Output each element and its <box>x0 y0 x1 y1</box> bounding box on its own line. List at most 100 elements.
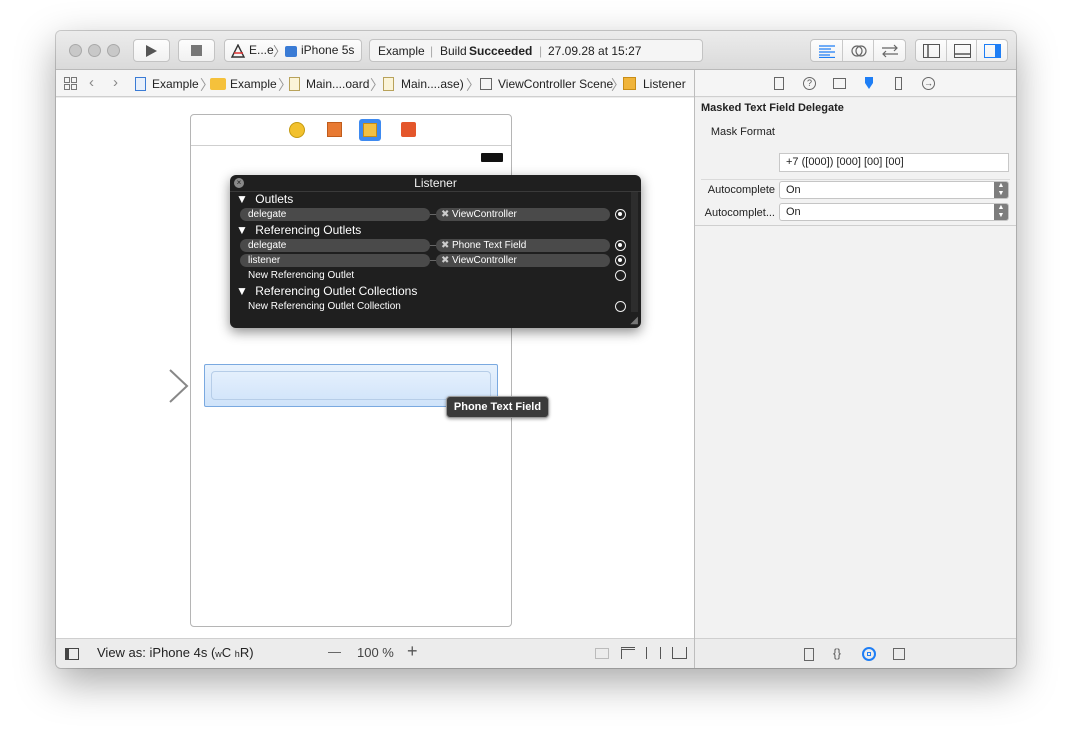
referencing-collections-section[interactable]: ▼ Referencing Outlet Collections <box>236 284 417 299</box>
zoom-window-button[interactable] <box>107 44 120 57</box>
remove-connection-icon[interactable]: ✖ <box>441 254 449 267</box>
align-icon[interactable] <box>621 647 635 659</box>
stop-icon <box>191 45 202 56</box>
toolbar: E...e 〉 iPhone 5s Example | Build Succee… <box>56 31 1016 70</box>
breadcrumb-project[interactable]: Example <box>152 77 199 91</box>
resolve-auto-layout-icon[interactable] <box>672 647 687 659</box>
back-arrow-icon[interactable]: ‹ <box>89 74 94 91</box>
file-template-library-icon[interactable] <box>804 648 814 661</box>
referencing-target[interactable]: ✖ ViewController <box>436 254 610 267</box>
connection-well-filled[interactable] <box>615 255 626 266</box>
stop-button[interactable] <box>178 39 215 62</box>
assistant-editor-button[interactable] <box>843 40 875 61</box>
new-referencing-collection-row[interactable]: New Referencing Outlet Collection <box>234 300 626 314</box>
breadcrumb-storyboard[interactable]: Main....oard <box>306 77 369 91</box>
scheme-selector[interactable]: E...e 〉 iPhone 5s <box>224 39 362 62</box>
inspector-selector-bar: ? → <box>695 70 1016 97</box>
toggle-utilities-button[interactable] <box>977 40 1007 61</box>
zoom-out-button[interactable]: — <box>328 644 341 659</box>
standard-editor-button[interactable] <box>811 40 843 61</box>
autocomplete2-popup[interactable]: On ▲ ▼ <box>779 203 1009 221</box>
size-inspector-icon[interactable] <box>895 77 902 90</box>
debug-panel-icon <box>953 44 971 58</box>
activity-status-view: Example | Build Succeeded | 27.09.28 at … <box>369 39 703 62</box>
referencing-outlet-row[interactable]: delegate ✖ Phone Text Field <box>234 239 626 253</box>
view-as-label[interactable]: View as: iPhone 4s (wC hR) <box>97 645 254 660</box>
connection-well-empty[interactable] <box>615 301 626 312</box>
document-outline-toggle-icon[interactable] <box>65 648 79 660</box>
connection-well-filled[interactable] <box>615 240 626 251</box>
attributes-inspector-icon[interactable] <box>862 76 876 91</box>
new-referencing-outlet-label: New Referencing Outlet <box>248 270 355 281</box>
jump-bar: ‹ › Example 〉 Example 〉 Main....oard 〉 M… <box>56 70 694 97</box>
breadcrumb-scene[interactable]: ViewController Scene <box>498 77 613 91</box>
outlet-target[interactable]: ✖ ViewController <box>436 208 610 221</box>
assistant-editor-icon <box>851 45 867 57</box>
status-time: 27.09.28 at 15:27 <box>548 44 642 58</box>
autocomplete-label: Autocomplete <box>707 184 775 196</box>
scheme-target-label: E...e <box>249 43 274 57</box>
forward-arrow-icon[interactable]: › <box>113 74 118 91</box>
outlets-section[interactable]: ▼ Outlets <box>236 192 293 207</box>
remove-connection-icon[interactable]: ✖ <box>441 239 449 252</box>
media-library-icon[interactable] <box>893 648 905 660</box>
editor-mode-segmented <box>810 39 906 62</box>
referencing-target[interactable]: ✖ Phone Text Field <box>436 239 610 252</box>
breadcrumb-listener[interactable]: Listener <box>643 77 686 91</box>
breadcrumb-group[interactable]: Example <box>230 77 277 91</box>
storyboard-base-file-icon <box>383 77 394 91</box>
popup-stepper-icon: ▲ ▼ <box>994 204 1008 220</box>
connection-well-filled[interactable] <box>615 209 626 220</box>
identity-inspector-icon[interactable] <box>833 78 846 89</box>
breadcrumb-base[interactable]: Main....ase) <box>401 77 464 91</box>
referencing-outlets-section[interactable]: ▼ Referencing Outlets <box>236 223 361 238</box>
file-inspector-icon[interactable] <box>774 77 784 90</box>
pin-icon[interactable] <box>646 647 661 659</box>
remove-connection-icon[interactable]: ✖ <box>441 208 449 221</box>
minimize-window-button[interactable] <box>88 44 101 57</box>
referencing-outlet-row[interactable]: listener ✖ ViewController <box>234 254 626 268</box>
view-controller-icon[interactable] <box>289 122 305 138</box>
referencing-outlets-heading: Referencing Outlets <box>255 223 362 237</box>
toggle-navigator-button[interactable] <box>916 40 947 61</box>
code-snippet-library-icon[interactable]: {} <box>833 646 841 660</box>
autocomplete2-value: On <box>786 206 801 218</box>
embed-stack-icon[interactable] <box>595 648 609 659</box>
status-divider: | <box>430 44 434 58</box>
exit-icon[interactable] <box>401 122 416 137</box>
utilities-panel-icon <box>984 44 1002 58</box>
resize-grip-icon[interactable]: ◢ <box>630 315 638 326</box>
autocomplete2-label: Autocomplet... <box>704 207 775 219</box>
referencing-target-label: Phone Text Field <box>452 240 527 251</box>
standard-editor-icon <box>819 45 835 58</box>
zoom-in-button[interactable]: + <box>407 641 418 662</box>
library-selector-bar: {} <box>695 638 1016 668</box>
object-cube-icon <box>363 123 377 137</box>
interface-builder-canvas[interactable]: × Listener ▼ Outlets delegate ✖ ViewCont… <box>56 98 694 638</box>
popover-scrollbar[interactable] <box>631 192 638 312</box>
object-library-inner-icon <box>867 652 871 656</box>
related-items-icon[interactable] <box>64 77 77 90</box>
first-responder-icon[interactable] <box>327 122 342 137</box>
version-editor-button[interactable] <box>874 40 905 61</box>
phone-text-field-tooltip: Phone Text Field <box>446 396 549 418</box>
object-cube-icon <box>623 77 636 90</box>
scene-icon <box>480 78 492 90</box>
object-library-icon[interactable] <box>862 647 876 661</box>
help-inspector-icon[interactable]: ? <box>803 77 816 90</box>
disclosure-triangle-icon: ▼ <box>236 284 248 298</box>
close-window-button[interactable] <box>69 44 82 57</box>
xcode-app-icon <box>230 44 246 58</box>
mask-format-field[interactable]: +7 ([000]) [000] [00] [00] <box>779 153 1009 172</box>
run-button[interactable] <box>133 39 170 62</box>
connections-inspector-icon[interactable]: → <box>922 77 935 90</box>
new-referencing-outlet-row[interactable]: New Referencing Outlet <box>234 269 626 283</box>
listener-object-icon-selected[interactable] <box>359 119 381 141</box>
play-icon <box>146 45 157 57</box>
version-editor-icon <box>882 44 899 58</box>
connection-well-empty[interactable] <box>615 270 626 281</box>
autocomplete-popup[interactable]: On ▲ ▼ <box>779 181 1009 199</box>
panel-toggle-segmented <box>915 39 1008 62</box>
toggle-debug-area-button[interactable] <box>947 40 978 61</box>
outlet-row[interactable]: delegate ✖ ViewController <box>234 208 626 222</box>
